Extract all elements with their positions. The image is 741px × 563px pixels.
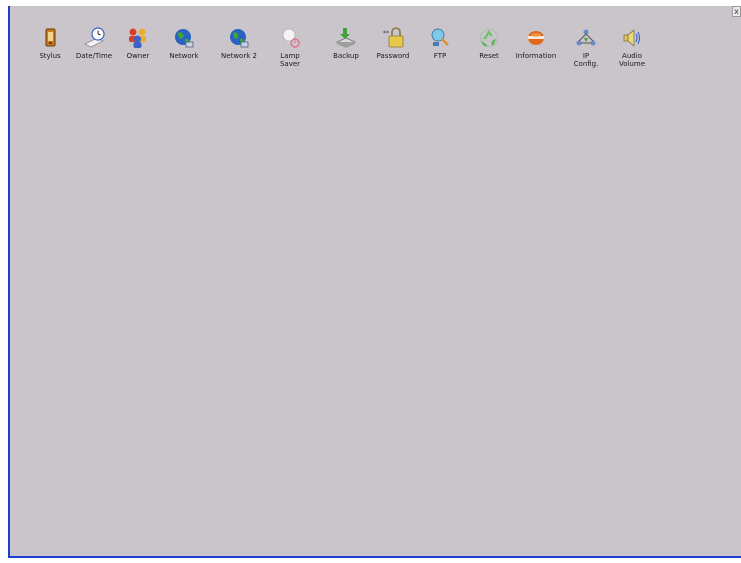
ftp-item[interactable]: FTP — [412, 26, 468, 60]
owner-icon — [129, 28, 146, 48]
network-item[interactable]: Network — [156, 26, 212, 60]
audio-volume-icon — [623, 29, 641, 47]
information-label: Information — [515, 52, 557, 60]
audio-volume-item[interactable]: Audio Volume — [604, 26, 660, 68]
network-2-item[interactable]: Network 2 — [211, 26, 267, 60]
network-label: Network — [169, 52, 199, 60]
information-icon — [528, 31, 544, 45]
password-icon: ** — [383, 27, 404, 48]
ip-config-icon — [576, 29, 596, 46]
stylus-icon — [45, 28, 56, 47]
lamp-saver-icon — [282, 28, 300, 48]
lamp-saver-label: Lamp Saver — [279, 52, 301, 68]
network-2-icon — [230, 29, 249, 48]
network-2-label: Network 2 — [221, 52, 257, 60]
lamp-saver-item[interactable]: Lamp Saver — [262, 26, 318, 68]
screen: Stylus Date/Time Owner Network Network 2… — [0, 0, 741, 563]
control-panel-icon-bar: Stylus Date/Time Owner Network Network 2… — [22, 26, 662, 86]
ftp-icon — [431, 28, 449, 46]
backup-icon — [336, 28, 356, 48]
date-time-icon — [84, 27, 105, 48]
audio-volume-label: Audio Volume — [618, 52, 646, 68]
network-icon — [175, 29, 194, 48]
information-item[interactable]: Information — [508, 26, 564, 60]
svg-text:**: ** — [383, 30, 389, 37]
control-panel-window: Stylus Date/Time Owner Network Network 2… — [8, 6, 741, 558]
reset-icon — [480, 29, 498, 47]
ftp-label: FTP — [433, 52, 447, 60]
close-button[interactable]: x — [732, 6, 741, 17]
